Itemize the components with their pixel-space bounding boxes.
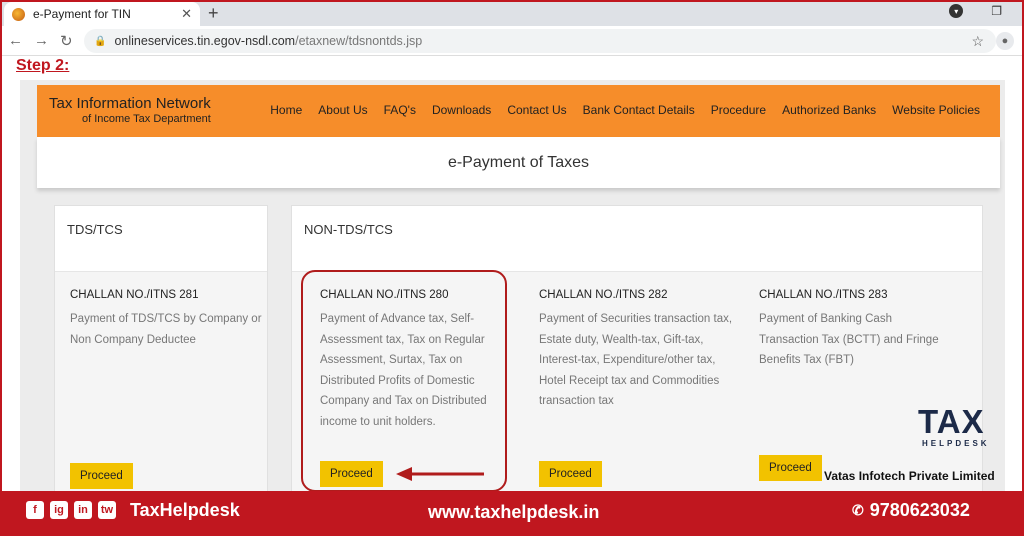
brand-title: Tax Information Network bbox=[49, 95, 211, 112]
back-arrow-icon[interactable]: ← bbox=[8, 32, 23, 49]
company-name: Vatas Infotech Private Limited bbox=[824, 469, 995, 483]
page-title: e-Payment of Taxes bbox=[37, 137, 1000, 188]
tab-search-icon[interactable]: ▾ bbox=[949, 4, 964, 18]
brand-subtitle: of Income Tax Department bbox=[82, 113, 211, 125]
footer-website[interactable]: www.taxhelpdesk.in bbox=[428, 502, 599, 523]
tab-title: e-Payment for TIN bbox=[33, 7, 131, 21]
site-nav: Home About Us FAQ's Downloads Contact Us… bbox=[270, 103, 980, 117]
challan-283: CHALLAN NO./ITNS 283 Payment of Banking … bbox=[759, 289, 954, 371]
twitter-icon[interactable]: tw bbox=[98, 501, 116, 519]
linkedin-icon[interactable]: in bbox=[74, 501, 92, 519]
browser-toolbar: ← → ↻ 🔒 onlineservices.tin.egov-nsdl.com… bbox=[0, 26, 1024, 56]
window-controls: ▾ ❐ bbox=[949, 4, 1002, 18]
restore-window-icon[interactable]: ❐ bbox=[991, 4, 1002, 18]
nav-bank-contact-details[interactable]: Bank Contact Details bbox=[583, 103, 695, 117]
lock-icon: 🔒 bbox=[94, 35, 107, 47]
social-handle: TaxHelpdesk bbox=[130, 500, 240, 520]
nav-faqs[interactable]: FAQ's bbox=[384, 103, 416, 117]
proceed-button-281[interactable]: Proceed bbox=[70, 463, 133, 489]
challan-282: CHALLAN NO./ITNS 282 Payment of Securiti… bbox=[539, 289, 734, 412]
url-path: /etaxnew/tdsnontds.jsp bbox=[295, 34, 423, 48]
step-label: Step 2: bbox=[16, 57, 70, 74]
logo-subtext: HELPDESK bbox=[922, 439, 990, 448]
phone-number: 9780623032 bbox=[869, 500, 970, 520]
nav-procedure[interactable]: Procedure bbox=[711, 103, 766, 117]
url-host: onlineservices.tin.egov-nsdl.com bbox=[114, 34, 296, 48]
annotation-arrow-icon bbox=[396, 467, 484, 481]
nav-website-policies[interactable]: Website Policies bbox=[892, 103, 980, 117]
challan-title: CHALLAN NO./ITNS 282 bbox=[539, 289, 668, 301]
challan-title: CHALLAN NO./ITNS 281 bbox=[70, 289, 199, 301]
logo-text: TAX bbox=[918, 403, 985, 440]
bookmark-star-icon[interactable]: ☆ bbox=[971, 33, 984, 50]
nav-contact-us[interactable]: Contact Us bbox=[507, 103, 566, 117]
phone-icon: ✆ bbox=[852, 502, 864, 518]
favicon-icon bbox=[12, 7, 25, 21]
browser-tab[interactable]: e-Payment for TIN ✕ bbox=[4, 2, 200, 26]
challan-description: Payment of TDS/TCS by Company or Non Com… bbox=[70, 313, 262, 346]
site-header: Tax Information Network of Income Tax De… bbox=[37, 85, 1000, 137]
facebook-icon[interactable]: f bbox=[26, 501, 44, 519]
new-tab-button[interactable]: + bbox=[208, 3, 219, 24]
taxhelpdesk-logo: TAX HELPDESK bbox=[918, 403, 1006, 449]
challan-description: Payment of Securities transaction tax, E… bbox=[539, 313, 733, 407]
non-tds-panel-heading: NON-TDS/TCS bbox=[292, 206, 982, 272]
profile-icon[interactable]: ● bbox=[996, 32, 1014, 50]
instagram-icon[interactable]: ig bbox=[50, 501, 68, 519]
social-links: f ig in tw bbox=[26, 501, 116, 519]
forward-arrow-icon[interactable]: → bbox=[34, 32, 49, 49]
proceed-button-282[interactable]: Proceed bbox=[539, 461, 602, 487]
nav-about-us[interactable]: About Us bbox=[318, 103, 367, 117]
challan-281: CHALLAN NO./ITNS 281 Payment of TDS/TCS … bbox=[70, 289, 265, 350]
footer-phone: ✆ 9780623032 bbox=[852, 500, 970, 521]
site-brand[interactable]: Tax Information Network of Income Tax De… bbox=[49, 95, 211, 125]
web-page: Tax Information Network of Income Tax De… bbox=[20, 80, 1005, 491]
tds-panel-heading: TDS/TCS bbox=[55, 206, 267, 272]
browser-tab-bar: e-Payment for TIN ✕ + ▾ ❐ bbox=[0, 0, 1024, 26]
proceed-button-283[interactable]: Proceed bbox=[759, 455, 822, 481]
nav-home[interactable]: Home bbox=[270, 103, 302, 117]
close-tab-icon[interactable]: ✕ bbox=[181, 6, 192, 22]
footer-banner: f ig in tw TaxHelpdesk www.taxhelpdesk.i… bbox=[0, 491, 1024, 536]
challan-title: CHALLAN NO./ITNS 283 bbox=[759, 289, 888, 301]
reload-icon[interactable]: ↻ bbox=[60, 32, 73, 50]
annotation-highlight-box bbox=[301, 270, 507, 491]
nav-authorized-banks[interactable]: Authorized Banks bbox=[782, 103, 876, 117]
nav-downloads[interactable]: Downloads bbox=[432, 103, 491, 117]
challan-description: Payment of Banking Cash Transaction Tax … bbox=[759, 313, 939, 366]
address-bar[interactable]: 🔒 onlineservices.tin.egov-nsdl.com /etax… bbox=[84, 29, 996, 53]
